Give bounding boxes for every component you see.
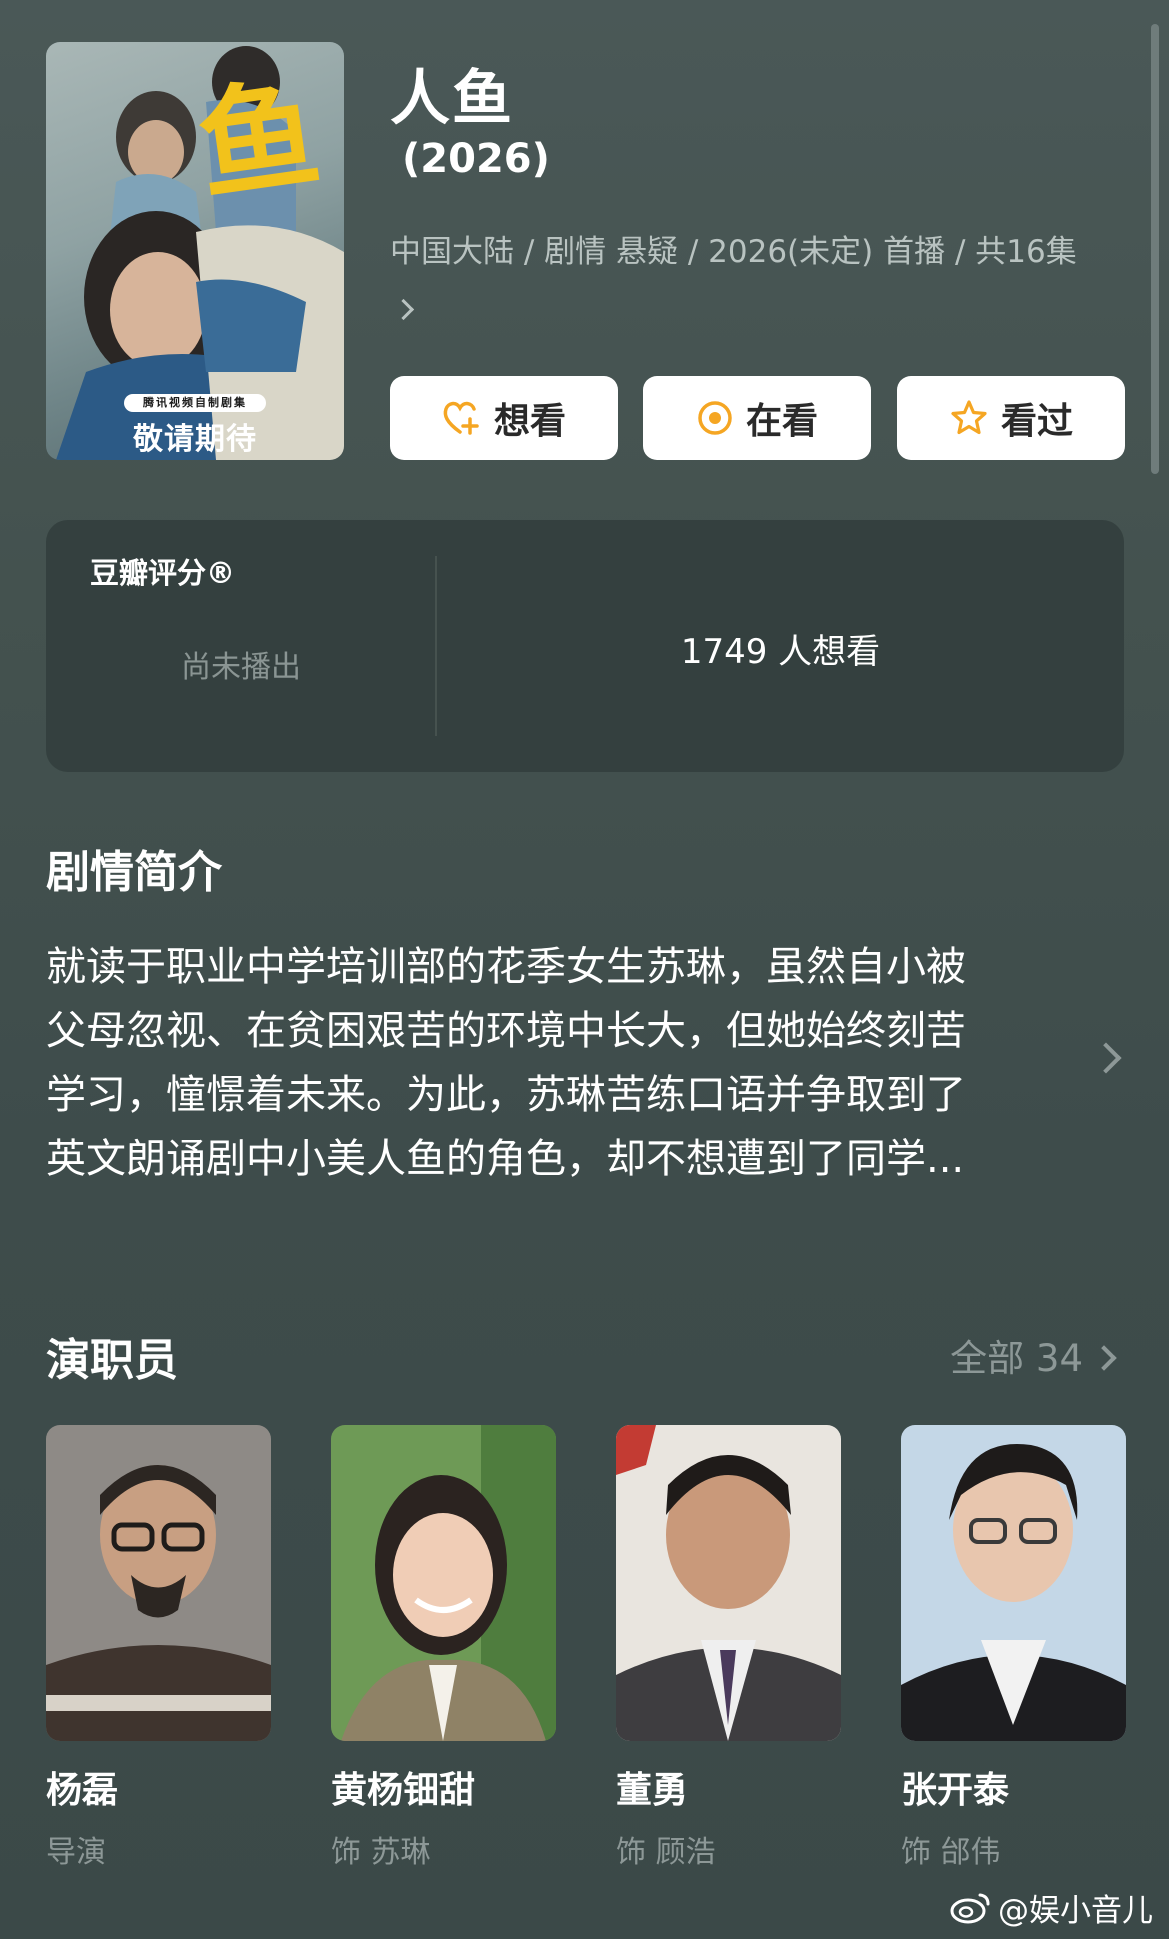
cast-card[interactable]: 张开泰 饰 邰伟 <box>901 1425 1126 1871</box>
chevron-right-icon <box>1091 1344 1117 1371</box>
synopsis-line: 父母忽视、在贫困艰苦的环境中长大，但她始终刻苦 <box>46 1008 966 1054</box>
cast-all-label: 全部 34 <box>950 1337 1083 1380</box>
cast-name: 黄杨钿甜 <box>331 1770 476 1811</box>
watched-button[interactable]: 看过 <box>897 376 1125 460</box>
rating-label: 豆瓣评分® <box>90 556 236 590</box>
show-meta-text: 中国大陆 / 剧情 悬疑 / 2026(未定) 首播 / 共16集 <box>390 234 1077 270</box>
poster-image[interactable]: 鱼 腾讯视频自制剧集 敬请期待 <box>46 42 344 460</box>
cast-card[interactable]: 杨磊 导演 <box>46 1425 271 1871</box>
chevron-right-icon <box>392 298 415 321</box>
watermark: @娱小音儿 <box>950 1885 1153 1930</box>
cast-name: 董勇 <box>616 1770 689 1811</box>
action-buttons: 想看 在看 看过 <box>390 376 1125 460</box>
synopsis-line: 就读于职业中学培训部的花季女生苏琳，虽然自小被 <box>46 944 966 990</box>
cast-name: 张开泰 <box>901 1770 1010 1811</box>
cast-all-link[interactable]: 全部 34 <box>950 1328 1117 1382</box>
watching-button[interactable]: 在看 <box>643 376 871 460</box>
weibo-icon <box>950 1893 990 1923</box>
cast-photo <box>616 1425 841 1741</box>
cast-role: 饰 苏琳 <box>331 1835 431 1870</box>
cast-title: 演职员 <box>46 1335 178 1386</box>
watermark-text: @娱小音儿 <box>998 1893 1153 1929</box>
synopsis-line: 学习，憧憬着未来。为此，苏琳苦练口语并争取到了 <box>46 1072 966 1118</box>
watching-label: 在看 <box>745 401 818 442</box>
synopsis-text[interactable]: 就读于职业中学培训部的花季女生苏琳，虽然自小被 父母忽视、在贫困艰苦的环境中长大… <box>46 935 1086 1191</box>
poster-badge: 腾讯视频自制剧集 <box>124 394 266 412</box>
cast-card[interactable]: 董勇 饰 顾浩 <box>616 1425 841 1871</box>
heart-plus-icon <box>443 401 479 435</box>
rating-status: 尚未播出 <box>181 650 301 685</box>
want-count: 1749 人想看 <box>680 632 881 672</box>
want-to-watch-label: 想看 <box>493 401 566 442</box>
rating-card[interactable]: 豆瓣评分® 尚未播出 1749 人想看 <box>46 520 1124 772</box>
cast-photo <box>331 1425 556 1741</box>
scrollbar[interactable] <box>1151 24 1159 474</box>
cast-role: 导演 <box>46 1835 106 1870</box>
star-icon <box>951 400 987 435</box>
cast-name: 杨磊 <box>46 1770 119 1811</box>
svg-text:鱼: 鱼 <box>190 64 328 218</box>
synopsis-title: 剧情简介 <box>46 847 222 898</box>
cast-role: 饰 邰伟 <box>901 1835 1001 1870</box>
want-to-watch-button[interactable]: 想看 <box>390 376 618 460</box>
target-icon <box>698 401 732 435</box>
cast-photo <box>46 1425 271 1741</box>
cast-role: 饰 顾浩 <box>616 1835 716 1870</box>
cast-card[interactable]: 黄杨钿甜 饰 苏琳 <box>331 1425 556 1871</box>
cast-photo <box>901 1425 1126 1741</box>
page-title: 人鱼 <box>390 64 514 134</box>
poster-tagline: 敬请期待 <box>133 422 257 457</box>
watched-label: 看过 <box>1000 401 1073 442</box>
release-year: (2026) <box>402 136 550 182</box>
show-meta[interactable]: 中国大陆 / 剧情 悬疑 / 2026(未定) 首播 / 共16集 <box>390 224 1080 336</box>
synopsis-line: 英文朗诵剧中小美人鱼的角色，却不想遭到了同学... <box>46 1136 965 1182</box>
